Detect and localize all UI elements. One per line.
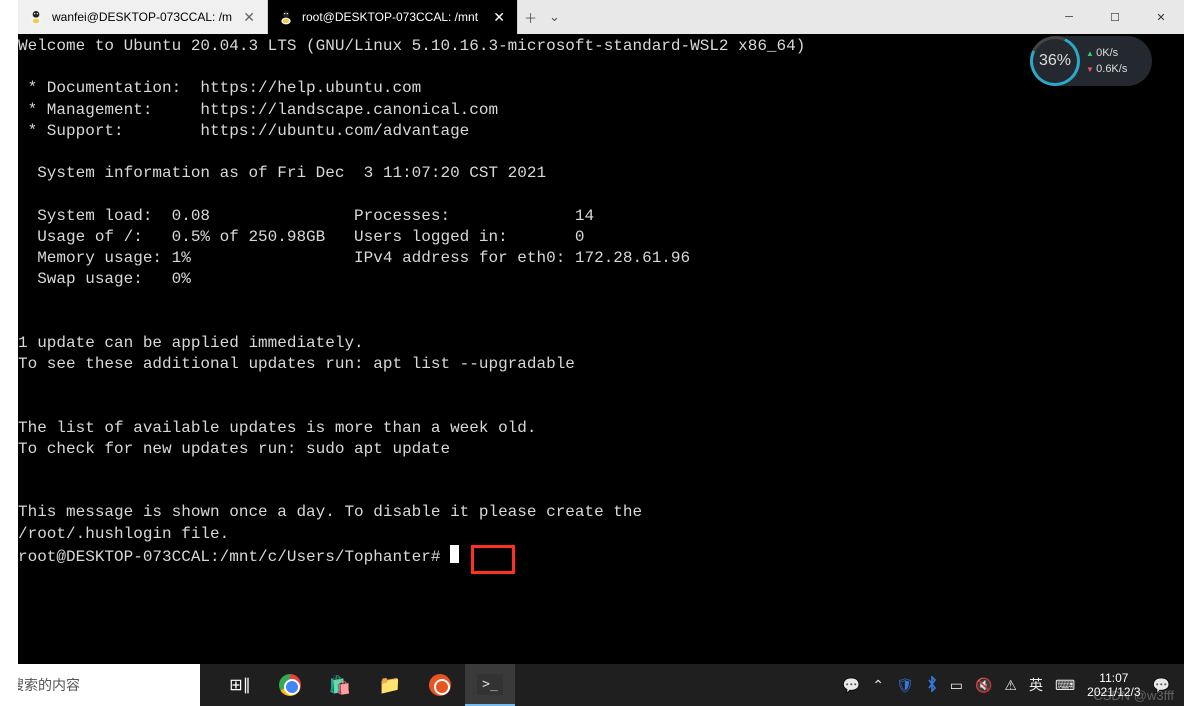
chrome-icon — [279, 674, 301, 696]
close-icon[interactable]: ✕ — [241, 9, 257, 26]
terminal-line: 1 update can be applied immediately. — [18, 334, 364, 352]
tab-root[interactable]: root@DESKTOP-073CCAL: /mnt ✕ — [268, 0, 518, 34]
terminal-line: Welcome to Ubuntu 20.04.3 LTS (GNU/Linux… — [18, 37, 805, 55]
network-monitor-widget[interactable]: 36% 0K/s 0.6K/s — [1030, 36, 1152, 86]
tab-title: root@DESKTOP-073CCAL: /mnt — [302, 10, 478, 24]
battery-icon[interactable]: ▭ — [950, 677, 963, 694]
ubuntu-icon — [429, 674, 451, 696]
chrome-button[interactable] — [265, 664, 315, 706]
explorer-button[interactable]: 📁 — [365, 664, 415, 706]
terminal-line: To see these additional updates run: apt… — [18, 355, 575, 373]
terminal-line: * Management: https://landscape.canonica… — [18, 101, 498, 119]
terminal-line: System information as of Fri Dec 3 11:07… — [18, 164, 546, 182]
left-window-edge — [0, 0, 18, 706]
search-placeholder: 搜索的内容 — [10, 675, 80, 695]
terminal-line: The list of available updates is more th… — [18, 419, 536, 437]
bluetooth-icon[interactable] — [926, 676, 938, 695]
terminal-button[interactable]: >_ — [465, 664, 515, 706]
ubuntu-button[interactable] — [415, 664, 465, 706]
terminal-line: This message is shown once a day. To dis… — [18, 503, 642, 521]
terminal-line: /root/.hushlogin file. — [18, 525, 229, 543]
terminal-line: To check for new updates run: sudo apt u… — [18, 440, 450, 458]
terminal-line: System load: 0.08 Processes: 14 — [18, 207, 594, 225]
maximize-button[interactable]: ☐ — [1092, 0, 1138, 34]
tray-overflow-icon[interactable]: ⌃ — [872, 677, 884, 694]
annotation-highlight — [471, 545, 515, 574]
terminal-prompt-line: root@DESKTOP-073CCAL:/mnt/c/Users/Tophan… — [18, 548, 459, 566]
clock-time: 11:07 — [1087, 671, 1140, 685]
search-input[interactable]: 搜索的内容 — [0, 664, 200, 706]
terminal-line: Usage of /: 0.5% of 250.98GB Users logge… — [18, 228, 585, 246]
linux-icon — [278, 9, 294, 25]
ime-indicator[interactable]: 英 — [1029, 675, 1043, 695]
shield-icon[interactable]: 🛡 — [896, 677, 914, 694]
watermark: CSDN @w3fff — [1093, 688, 1174, 703]
store-button[interactable]: 🛍️ — [315, 664, 365, 706]
terminal-tabs-bar: wanfei@DESKTOP-073CCAL: /m ✕ root@DESKTO… — [18, 0, 1184, 34]
new-tab-button[interactable]: ＋ — [524, 8, 537, 27]
wechat-icon[interactable]: 💬 — [843, 677, 860, 694]
wifi-icon[interactable]: ⚠ — [1004, 677, 1017, 694]
close-icon[interactable]: ✕ — [491, 9, 507, 26]
terminal-output[interactable]: Welcome to Ubuntu 20.04.3 LTS (GNU/Linux… — [18, 34, 1184, 664]
windows-taskbar: 搜索的内容 ⊞∥ 🛍️ 📁 >_ 💬 ⌃ 🛡 ▭ 🔇 ⚠ 英 ⌨ 11:07 2… — [0, 664, 1184, 706]
taskbar-pinned-apps: ⊞∥ 🛍️ 📁 >_ — [215, 664, 515, 706]
close-window-button[interactable]: ✕ — [1138, 0, 1184, 34]
download-rate: 0.6K/s — [1086, 63, 1127, 75]
network-rates: 0K/s 0.6K/s — [1086, 47, 1127, 75]
upload-rate: 0K/s — [1086, 47, 1127, 59]
terminal-line: * Support: https://ubuntu.com/advantage — [18, 122, 469, 140]
cursor-icon — [450, 545, 459, 563]
linux-icon — [28, 9, 44, 25]
minimize-button[interactable]: ─ — [1046, 0, 1092, 34]
window-controls: ─ ☐ ✕ — [1046, 0, 1184, 34]
keyboard-icon[interactable]: ⌨ — [1055, 677, 1075, 694]
terminal-line: Swap usage: 0% — [18, 270, 191, 288]
tab-actions: ＋ ⌄ — [518, 0, 566, 34]
tab-title: wanfei@DESKTOP-073CCAL: /m — [52, 10, 232, 24]
terminal-line: * Documentation: https://help.ubuntu.com — [18, 79, 421, 97]
volume-mute-icon[interactable]: 🔇 — [975, 677, 992, 694]
task-view-button[interactable]: ⊞∥ — [215, 664, 265, 706]
tab-wanfei[interactable]: wanfei@DESKTOP-073CCAL: /m ✕ — [18, 0, 268, 34]
terminal-line: Memory usage: 1% IPv4 address for eth0: … — [18, 249, 690, 267]
prompt-text: root@DESKTOP-073CCAL:/mnt/c/Users/Tophan… — [18, 548, 450, 566]
tab-dropdown-button[interactable]: ⌄ — [549, 9, 560, 25]
